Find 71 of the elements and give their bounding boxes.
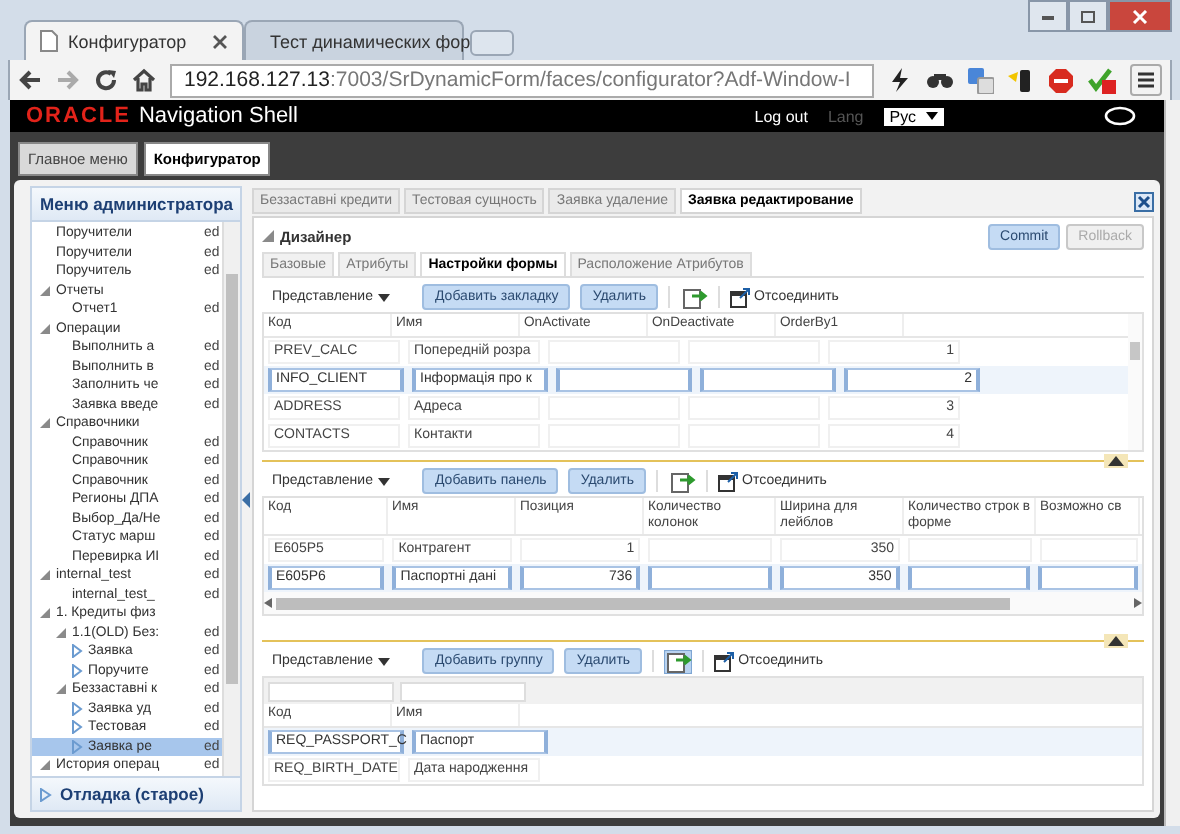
scrollbar[interactable] [1164,100,1180,826]
filter-field[interactable] [400,682,526,702]
cell-input[interactable] [1038,566,1139,591]
caret-icon [378,477,391,485]
expanded-arrow-icon[interactable] [262,230,274,242]
menu-button[interactable] [1130,64,1162,96]
checkmark-icon[interactable] [1088,67,1116,93]
page-icon [40,30,58,52]
collapse-arrow-icon[interactable] [242,491,250,507]
scrollbar[interactable] [222,222,240,776]
expanded-arrow-icon[interactable] [38,321,52,336]
expanded-arrow-icon[interactable] [38,416,52,431]
expanded-arrow-icon[interactable] [38,758,52,773]
language-label: Lang [827,107,864,125]
back-icon[interactable] [18,68,42,92]
minimize-button[interactable] [1028,0,1068,32]
binoculars-icon[interactable] [926,68,954,92]
product-title: Navigation Shell [138,104,298,128]
accordion-header[interactable]: Отладка (старое) [32,776,240,810]
oval-icon[interactable] [1104,106,1136,126]
scroll-right-icon[interactable] [1134,598,1142,609]
export-icon[interactable] [668,469,697,493]
address-field[interactable]: 192.168.127.13:7003/SrDynamicForm/faces/configurator?Adf-Window-I [170,63,874,97]
menu-icon [1136,70,1156,90]
collapsed-arrow-icon[interactable] [70,644,84,659]
export-icon[interactable] [664,649,693,673]
cell-input[interactable] [700,368,836,392]
minimize-icon [1040,10,1056,22]
close-icon [1132,9,1148,23]
close-icon[interactable] [212,33,228,49]
caret-icon [378,293,391,301]
forward-icon[interactable] [56,68,80,92]
cell-input[interactable] [648,566,772,591]
maximize-icon [1080,9,1096,23]
expanded-arrow-icon[interactable] [54,682,68,697]
detach-icon [730,287,751,307]
caret-icon [378,657,391,665]
expanded-arrow-icon[interactable] [38,568,52,583]
expanded-arrow-icon[interactable] [38,606,52,621]
collapse-arrow-icon[interactable] [1108,636,1124,646]
expanded-arrow-icon[interactable] [54,625,68,640]
collapsed-arrow-icon[interactable] [70,720,84,735]
reload-icon[interactable] [94,68,118,92]
oracle-logo: ORACLE [26,104,131,128]
language-select[interactable]: Рус [883,107,944,125]
lightning-icon[interactable] [888,68,912,92]
collapsed-arrow-icon[interactable] [70,663,84,678]
collapsed-arrow-icon [40,787,52,801]
collapsed-arrow-icon[interactable] [70,701,84,716]
export-icon[interactable] [680,285,709,309]
detach-icon [714,651,735,671]
cell-input[interactable] [556,368,692,392]
translate-icon[interactable] [968,67,994,93]
window-close-button[interactable] [1108,0,1172,32]
scroll-left-icon[interactable] [264,598,272,609]
adblock-icon[interactable] [1048,67,1074,93]
caret-icon [926,112,938,120]
close-icon[interactable] [1134,191,1154,211]
maximize-button[interactable] [1068,0,1108,32]
home-icon[interactable] [132,68,156,92]
logout-link[interactable]: Log out [754,107,808,125]
filter-field[interactable] [268,682,394,702]
detach-icon [718,471,739,491]
scrollbar[interactable] [264,596,1142,611]
browser-tab[interactable]: Конфигуратор [24,20,244,60]
expanded-arrow-icon[interactable] [38,283,52,298]
new-tab-button[interactable] [470,30,514,56]
cell-input[interactable] [907,566,1031,591]
collapse-arrow-icon[interactable] [1108,456,1124,466]
phone-icon[interactable] [1008,67,1034,93]
sidebar-title: Меню администратора [32,188,240,222]
